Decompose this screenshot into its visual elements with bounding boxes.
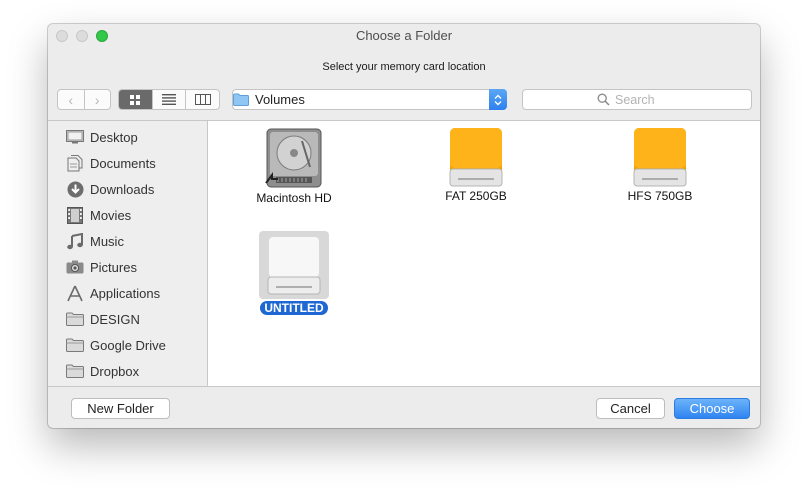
- file-label: HFS 750GB: [627, 189, 693, 203]
- file-item-untitled[interactable]: UNTITLED: [234, 231, 354, 317]
- folder-icon: [65, 309, 85, 329]
- sidebar-item-movies[interactable]: Movies: [48, 202, 207, 228]
- sidebar-item-label: Pictures: [90, 259, 137, 275]
- sidebar-item-label: Dropbox: [90, 363, 140, 379]
- sidebar-item-label: Applications: [90, 285, 161, 301]
- location-label: Volumes: [255, 92, 305, 107]
- column-view-button[interactable]: [185, 90, 219, 109]
- folder-icon: [233, 93, 249, 106]
- location-popup[interactable]: Volumes: [232, 89, 507, 110]
- navigation-buttons: ‹ ›: [57, 89, 111, 110]
- search-icon: [597, 93, 610, 106]
- removable-drive-white-icon: [267, 236, 321, 295]
- footer: New Folder Cancel Choose: [48, 388, 760, 428]
- file-label: Macintosh HD: [256, 191, 332, 205]
- choose-button[interactable]: Choose: [674, 398, 750, 419]
- view-mode-selector: [118, 89, 220, 110]
- search-field[interactable]: Search: [522, 89, 752, 110]
- dialog-prompt: Select your memory card location: [322, 61, 486, 73]
- sidebar-item-label: Downloads: [90, 181, 155, 197]
- sidebar-item-applications[interactable]: Applications: [48, 280, 207, 306]
- cancel-button[interactable]: Cancel: [596, 398, 665, 419]
- sidebar-item-music[interactable]: Music: [48, 228, 207, 254]
- selection-highlight: [259, 231, 329, 299]
- columns-icon: [194, 94, 211, 105]
- sidebar-item-label: Google Drive: [90, 337, 166, 353]
- popup-arrows-icon: [489, 89, 507, 110]
- downloads-icon: [65, 179, 85, 199]
- pictures-icon: [65, 257, 85, 277]
- sidebar-item-dropbox[interactable]: Dropbox: [48, 358, 207, 384]
- grid-icon: [130, 94, 141, 105]
- back-icon: ‹: [68, 91, 74, 108]
- icon-view-button[interactable]: [119, 90, 152, 109]
- list-view-button[interactable]: [151, 90, 186, 109]
- music-icon: [65, 231, 85, 251]
- sidebar: Desktop Documents Downloads Movies Music…: [48, 121, 208, 386]
- file-grid: Macintosh HD FAT 250GB HFS 750GB UNTITLE…: [208, 121, 760, 386]
- desktop-icon: [65, 127, 85, 147]
- file-item-fat-250gb[interactable]: FAT 250GB: [416, 127, 536, 205]
- forward-icon: ›: [94, 91, 100, 108]
- file-label: UNTITLED: [260, 301, 328, 315]
- new-folder-button[interactable]: New Folder: [71, 398, 170, 419]
- documents-icon: [65, 153, 85, 173]
- sidebar-item-desktop[interactable]: Desktop: [48, 124, 207, 150]
- titlebar: Choose a Folder: [48, 24, 760, 48]
- sidebar-item-documents[interactable]: Documents: [48, 150, 207, 176]
- sidebar-item-label: Documents: [90, 155, 156, 171]
- folder-icon: [65, 335, 85, 355]
- list-icon: [162, 94, 176, 105]
- browser-content: Desktop Documents Downloads Movies Music…: [48, 120, 760, 387]
- sidebar-item-label: Desktop: [90, 129, 138, 145]
- movies-icon: [65, 205, 85, 225]
- choose-folder-dialog: Choose a Folder Select your memory card …: [48, 24, 760, 428]
- applications-icon: [65, 283, 85, 303]
- forward-button[interactable]: ›: [83, 90, 111, 109]
- back-button[interactable]: ‹: [58, 90, 84, 109]
- folder-icon: [65, 361, 85, 381]
- external-drive-orange-icon: [449, 128, 503, 187]
- file-item-macintosh-hd[interactable]: Macintosh HD: [234, 127, 354, 207]
- sidebar-item-pictures[interactable]: Pictures: [48, 254, 207, 280]
- internal-hard-drive-icon: [265, 128, 322, 188]
- file-label: FAT 250GB: [445, 189, 507, 203]
- sidebar-item-label: DESIGN: [90, 311, 140, 327]
- sidebar-item-label: Music: [90, 233, 124, 249]
- toolbar: ‹ › Volumes Search: [48, 86, 760, 116]
- sidebar-item-label: Movies: [90, 207, 132, 223]
- search-placeholder: Search: [615, 93, 655, 107]
- file-item-hfs-750gb[interactable]: HFS 750GB: [600, 127, 720, 205]
- window-title: Choose a Folder: [355, 28, 453, 43]
- external-drive-orange-icon: [633, 128, 687, 187]
- sidebar-item-google-drive[interactable]: Google Drive: [48, 332, 207, 358]
- sidebar-item-design[interactable]: DESIGN: [48, 306, 207, 332]
- sidebar-item-downloads[interactable]: Downloads: [48, 176, 207, 202]
